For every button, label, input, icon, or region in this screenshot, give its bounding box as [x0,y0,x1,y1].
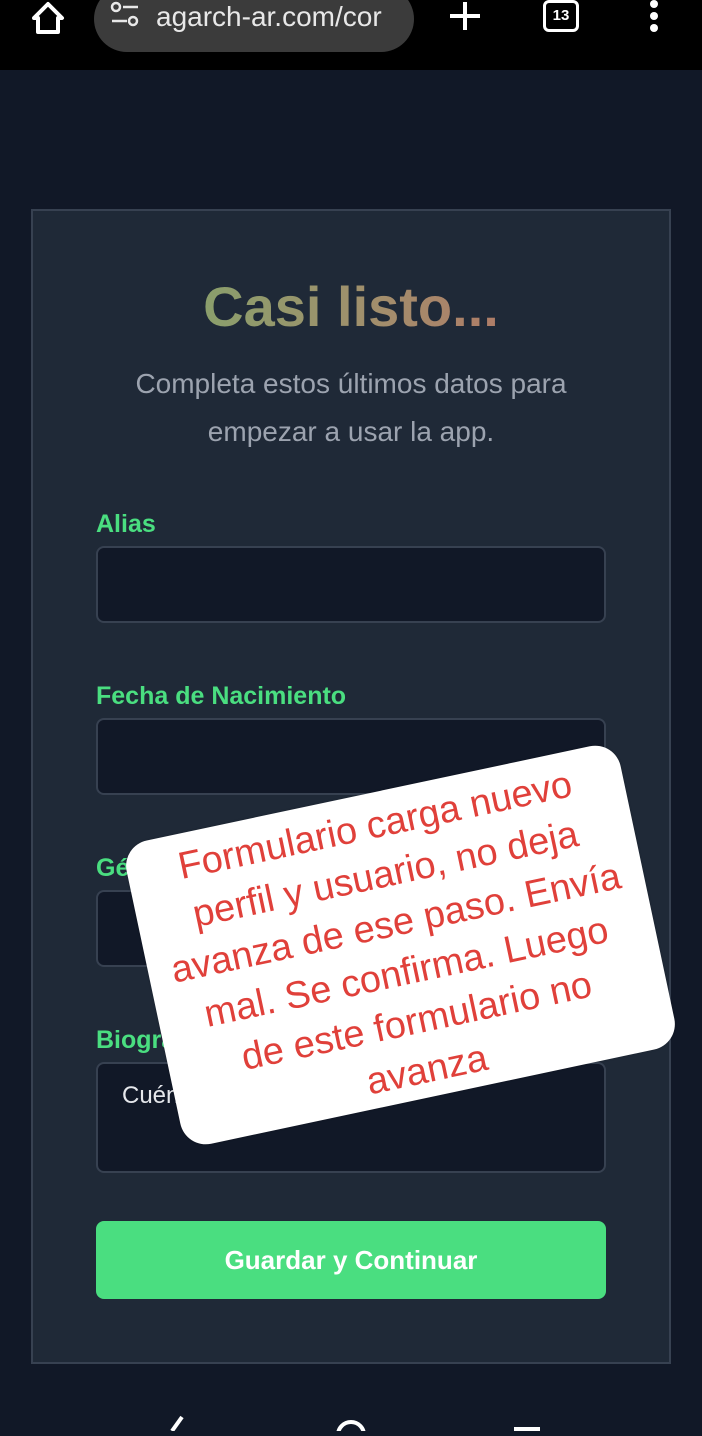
alias-label: Alias [96,510,156,538]
site-settings-icon[interactable] [110,0,140,30]
back-icon [170,1415,184,1433]
home-icon[interactable] [28,0,68,36]
alias-input[interactable] [96,546,606,623]
tab-switcher-button[interactable]: 13 [543,0,579,32]
url-text[interactable]: agarch-ar.com/cor [156,0,404,34]
system-nav-bar [0,1395,702,1436]
save-continue-button[interactable]: Guardar y Continuar [96,1221,606,1299]
home-nav-icon [336,1420,366,1436]
birthdate-label: Fecha de Nacimiento [96,682,347,710]
more-menu-icon[interactable] [646,0,662,34]
browser-toolbar: agarch-ar.com/cor 13 [0,0,702,70]
address-bar[interactable]: agarch-ar.com/cor [94,0,414,52]
page-subtitle: Completa estos últimos datos para empeza… [135,368,567,447]
page-title: Casi listo... [0,272,702,342]
new-tab-icon[interactable] [446,0,484,34]
